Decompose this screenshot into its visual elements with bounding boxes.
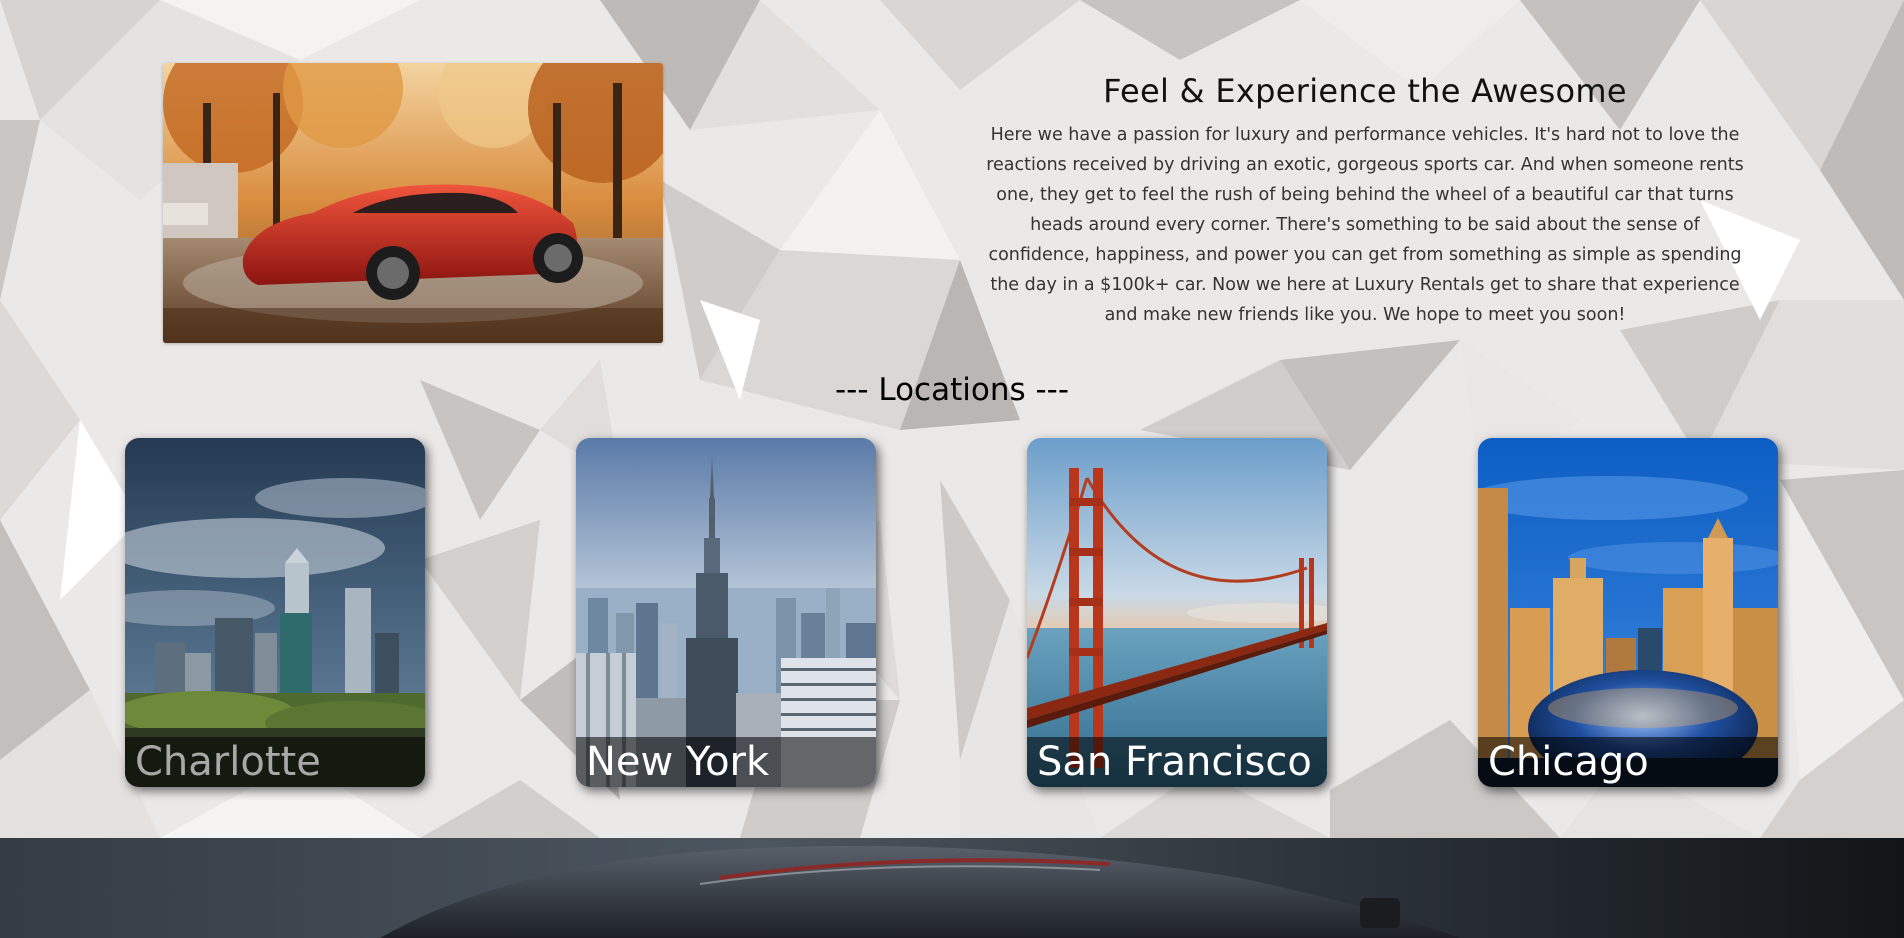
locations-title: --- Locations --- xyxy=(834,372,1070,408)
location-card-new-york[interactable]: New York xyxy=(576,438,876,787)
location-caption: San Francisco xyxy=(1027,737,1327,787)
location-caption: Charlotte xyxy=(125,737,425,787)
about-section: Feel & Experience the Awesome Here we ha… xyxy=(985,72,1745,330)
new-york-skyline-image xyxy=(576,438,876,787)
location-caption: New York xyxy=(576,737,876,787)
featured-car-photo xyxy=(163,63,663,343)
location-name: Chicago xyxy=(1488,739,1649,785)
location-caption: Chicago xyxy=(1478,737,1778,787)
charlotte-skyline-image xyxy=(125,438,425,787)
location-card-chicago[interactable]: Chicago xyxy=(1478,438,1778,787)
location-name: Charlotte xyxy=(135,739,321,785)
bottom-hero-image xyxy=(0,838,1904,938)
golden-gate-bridge-image xyxy=(1027,438,1327,787)
location-card-charlotte[interactable]: Charlotte xyxy=(125,438,425,787)
location-card-san-francisco[interactable]: San Francisco xyxy=(1027,438,1327,787)
location-name: San Francisco xyxy=(1037,739,1312,785)
red-sports-car-image xyxy=(163,63,663,343)
location-name: New York xyxy=(586,739,770,785)
chicago-bean-image xyxy=(1478,438,1778,787)
dark-car-hood-image xyxy=(0,838,1904,938)
about-heading: Feel & Experience the Awesome xyxy=(1103,72,1627,110)
about-body: Here we have a passion for luxury and pe… xyxy=(986,125,1744,325)
